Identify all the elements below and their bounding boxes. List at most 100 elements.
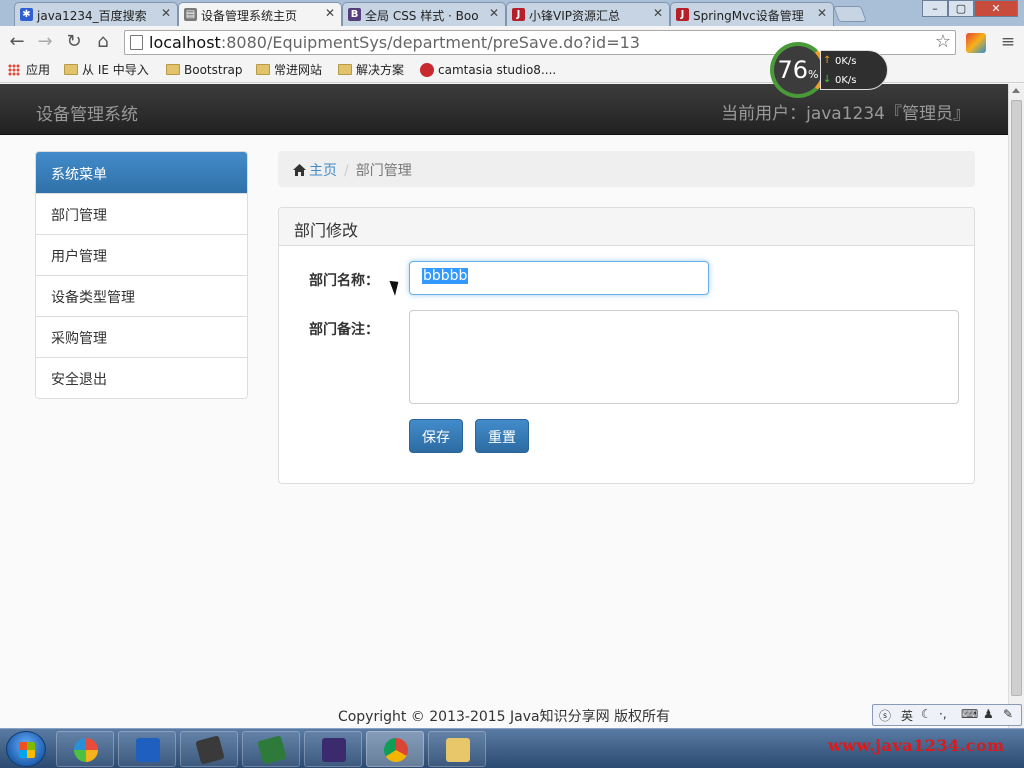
scrollbar-thumb[interactable] [1011, 100, 1022, 696]
network-speed-widget[interactable]: 76% ↑ 0K/s ↓ 0K/s [770, 42, 888, 98]
page-footer: Copyright © 2013-2015 Java知识分享网 版权所有 [337, 709, 671, 725]
save-button[interactable]: 保存 [409, 419, 463, 453]
minimize-button[interactable]: – [922, 0, 948, 17]
breadcrumb-current: 部门管理 [355, 163, 412, 179]
page-icon [130, 35, 143, 50]
department-remark-textarea[interactable] [409, 310, 959, 404]
windows-logo-icon [19, 742, 35, 758]
bookmark-label: 常进网站 [274, 63, 323, 77]
tab-title: 设备管理系统主页 [201, 9, 298, 23]
tab-title: 小锋VIP资源汇总 [529, 9, 620, 23]
taskbar-app-terminal[interactable] [180, 731, 238, 767]
folder-icon [256, 64, 270, 75]
recorder-icon [257, 735, 287, 765]
scroll-up-icon[interactable] [1012, 88, 1020, 93]
tab-title: 全局 CSS 样式 · Boo [365, 9, 479, 23]
ime-logo-icon[interactable]: ⓢ [879, 707, 891, 724]
bookmark-common-sites[interactable]: 常进网站 [256, 62, 322, 78]
department-edit-panel: 部门修改 部门名称： bbbbb 部门备注： 保存 重置 [278, 207, 975, 484]
back-arrow-icon[interactable]: ← [6, 31, 28, 53]
home-icon[interactable]: ⌂ [92, 31, 114, 53]
moon-icon[interactable]: ☾ [921, 707, 932, 721]
browser-tab-bootstrap-css[interactable]: B 全局 CSS 样式 · Boo ✕ [342, 2, 506, 26]
page-scrollbar[interactable] [1008, 84, 1024, 728]
camtasia-icon [420, 63, 434, 77]
bootstrap-icon: B [348, 8, 361, 21]
breadcrumb: 主页 / 部门管理 [278, 151, 975, 187]
tab-title: java1234_百度搜索 [37, 9, 147, 23]
bookmark-import-ie[interactable]: 从 IE 中导入 [64, 62, 149, 78]
maximize-button[interactable]: ▢ [948, 0, 974, 17]
page-favicon-icon: ▤ [184, 8, 197, 21]
user-icon[interactable]: ♟ [983, 707, 994, 721]
browser-tab-baidu[interactable]: ✱ java1234_百度搜索 ✕ [14, 2, 178, 26]
sidebar-item-logout[interactable]: 安全退出 [36, 357, 247, 398]
panel-title: 部门修改 [279, 208, 974, 246]
forward-arrow-icon[interactable]: → [34, 31, 56, 53]
bookmark-label: 应用 [26, 63, 51, 77]
close-icon[interactable]: ✕ [817, 6, 827, 20]
bookmark-label: camtasia studio8.... [438, 63, 557, 77]
taskbar-app-java-ee-ide[interactable] [304, 731, 362, 767]
taskbar-app-wps[interactable] [118, 731, 176, 767]
home-icon [293, 164, 306, 176]
window-close-button[interactable]: ✕ [974, 0, 1018, 17]
terminal-icon [195, 735, 225, 765]
folder-icon [166, 64, 180, 75]
java1234-icon: J [512, 8, 525, 21]
hamburger-menu-icon[interactable]: ≡ [999, 32, 1017, 52]
upload-speed: 0K/s [835, 56, 857, 67]
bookmark-apps[interactable]: 应用 [8, 62, 50, 78]
punctuation-icon[interactable]: ·, [939, 707, 947, 721]
close-icon[interactable]: ✕ [161, 6, 171, 20]
breadcrumb-home-link[interactable]: 主页 [309, 163, 337, 179]
current-user-label: 当前用户：java1234『管理员』 [721, 104, 970, 124]
department-name-input[interactable]: bbbbb [409, 261, 709, 295]
bookmark-camtasia[interactable]: camtasia studio8.... [420, 62, 556, 78]
sidebar-item-equipment-types[interactable]: 设备类型管理 [36, 275, 247, 316]
app-brand[interactable]: 设备管理系统 [36, 100, 138, 125]
browser-tab-strip: ✱ java1234_百度搜索 ✕ ▤ 设备管理系统主页 ✕ B 全局 CSS … [0, 0, 1024, 26]
sidebar-menu: 系统菜单 部门管理 用户管理 设备类型管理 采购管理 安全退出 [35, 151, 248, 399]
keyboard-icon[interactable]: ⌨ [961, 707, 978, 721]
reset-button[interactable]: 重置 [475, 419, 529, 453]
bookmark-label: Bootstrap [184, 63, 243, 77]
start-button[interactable] [6, 731, 46, 767]
extension-icon[interactable] [966, 33, 986, 53]
tab-title: SpringMvc设备管理 [693, 9, 804, 23]
sidebar-item-purchasing[interactable]: 采购管理 [36, 316, 247, 357]
bookmark-star-icon[interactable]: ☆ [935, 31, 951, 52]
download-arrow-icon: ↓ [823, 74, 832, 85]
url-text[interactable]: localhost:8080/EquipmentSys/department/p… [149, 33, 640, 52]
speed-panel: ↑ 0K/s ↓ 0K/s [820, 50, 888, 90]
folder-icon [338, 64, 352, 75]
taskbar-app-chrome[interactable] [366, 731, 424, 767]
ime-language-toggle[interactable]: 英 [901, 707, 913, 724]
sidebar-item-department[interactable]: 部门管理 [36, 193, 247, 234]
eclipse-java-ee-icon [322, 738, 346, 762]
sidebar-title: 系统菜单 [36, 152, 247, 193]
reload-icon[interactable]: ↻ [63, 31, 85, 53]
taskbar-app-explorer[interactable] [428, 731, 486, 767]
close-icon[interactable]: ✕ [653, 6, 663, 20]
bookmark-solutions[interactable]: 解决方案 [338, 62, 404, 78]
taskbar-app-pinwheel[interactable] [56, 731, 114, 767]
site-watermark: www.java1234.com [828, 736, 1005, 755]
close-icon[interactable]: ✕ [489, 6, 499, 20]
taskbar-app-recorder[interactable] [242, 731, 300, 767]
sidebar-item-users[interactable]: 用户管理 [36, 234, 247, 275]
new-tab-button[interactable] [833, 6, 867, 22]
speed-unit: K/s [841, 75, 857, 86]
browser-tab-equipment-home[interactable]: ▤ 设备管理系统主页 ✕ [178, 2, 342, 26]
download-speed: 0K/s [835, 75, 857, 86]
close-icon[interactable]: ✕ [325, 6, 335, 20]
pinwheel-icon [74, 738, 98, 762]
wrench-icon[interactable]: ✎ [1003, 707, 1013, 721]
wps-writer-icon [136, 738, 160, 762]
browser-tab-springmvc[interactable]: J SpringMvc设备管理 ✕ [670, 2, 834, 26]
bookmark-label: 解决方案 [356, 63, 405, 77]
baidu-icon: ✱ [20, 8, 33, 21]
percent-sign: % [808, 68, 819, 81]
bookmark-bootstrap[interactable]: Bootstrap [166, 62, 242, 78]
browser-tab-vip-resources[interactable]: J 小锋VIP资源汇总 ✕ [506, 2, 670, 26]
